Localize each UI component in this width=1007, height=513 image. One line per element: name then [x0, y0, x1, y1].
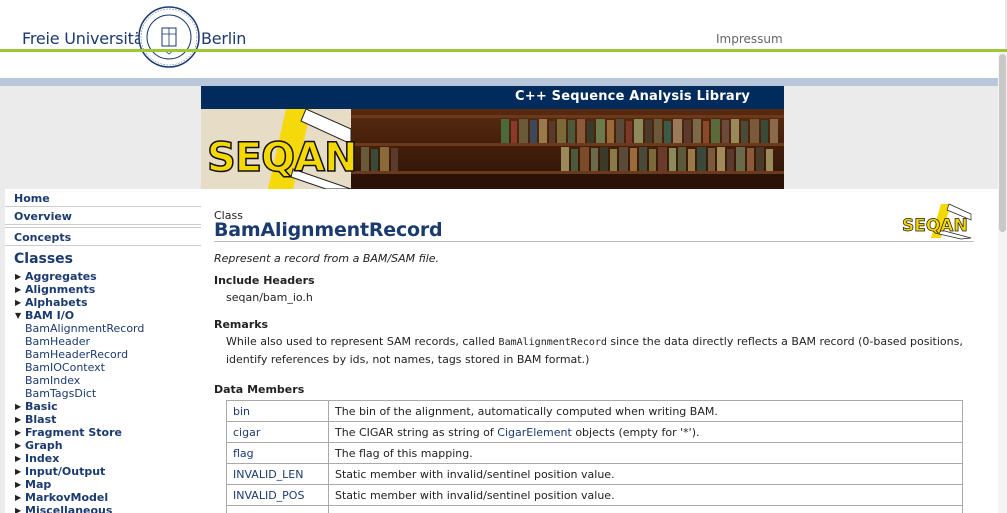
sidebar-link-overview[interactable]: Overview: [5, 207, 201, 225]
triangle-right-icon: ▶: [15, 428, 22, 437]
category-label: Input/Output: [25, 465, 106, 478]
header-divider: [0, 78, 1007, 86]
seqan-logo-icon[interactable]: SEQAN: [901, 202, 973, 240]
sidebar-item-bamalignmentrecord[interactable]: BamAlignmentRecord: [5, 322, 201, 335]
triangle-right-icon: ▶: [15, 506, 22, 513]
category-label: Fragment Store: [25, 426, 122, 439]
sidebar-item-bamiocontext[interactable]: BamIOContext: [5, 361, 201, 374]
university-name-right[interactable]: Berlin: [201, 29, 246, 48]
member-name-link[interactable]: flag: [226, 442, 329, 464]
include-header-value: seqan/bam_io.h: [226, 291, 313, 304]
triangle-right-icon: ▶: [15, 298, 22, 307]
triangle-right-icon: ▶: [15, 454, 22, 463]
category-label: Map: [25, 478, 52, 491]
member-description: [328, 505, 963, 513]
banner-logo-text: SEQAN: [207, 135, 357, 181]
sidebar-category-blast[interactable]: ▶ Blast: [5, 413, 201, 426]
member-description-part: The CIGAR string as string of: [335, 425, 498, 439]
category-label: Aggregates: [25, 270, 97, 283]
header-accent-line: [0, 49, 1007, 52]
triangle-right-icon: ▶: [15, 415, 22, 424]
sidebar-category-miscellaneous[interactable]: ▶ Miscellaneous: [5, 504, 201, 513]
triangle-down-icon: ▼: [15, 311, 22, 320]
library-shelves-image: SEQAN: [201, 109, 784, 189]
triangle-right-icon: ▶: [15, 441, 22, 450]
sidebar-category-markovmodel[interactable]: ▶ MarkovModel: [5, 491, 201, 504]
category-label: MarkovModel: [25, 491, 109, 504]
seqan-logo-text: SEQAN: [902, 216, 968, 236]
triangle-right-icon: ▶: [15, 493, 22, 502]
category-label: Basic: [25, 400, 58, 413]
sidebar-category-basic[interactable]: ▶ Basic: [5, 400, 201, 413]
remarks-heading: Remarks: [214, 318, 269, 331]
impressum-link[interactable]: Impressum: [716, 32, 783, 46]
university-seal-icon[interactable]: [138, 6, 200, 68]
sidebar-item-bamheaderrecord[interactable]: BamHeaderRecord: [5, 348, 201, 361]
table-row: cigar The CIGAR string as string of Ciga…: [226, 421, 963, 443]
member-description: The bin of the alignment, automatically …: [328, 400, 963, 422]
sidebar-category-index[interactable]: ▶ Index: [5, 452, 201, 465]
sidebar-category-aggregates[interactable]: ▶ Aggregates: [5, 270, 201, 283]
sidebar-item-bamtagsdict[interactable]: BamTagsDict: [5, 387, 201, 400]
member-description: Static member with invalid/sentinel posi…: [328, 463, 963, 485]
university-name-left[interactable]: Freie Universität: [22, 29, 150, 48]
table-row: flag The flag of this mapping.: [226, 442, 963, 464]
table-row: [226, 505, 963, 513]
triangle-right-icon: ▶: [15, 285, 22, 294]
sidebar-item-bamheader[interactable]: BamHeader: [5, 335, 201, 348]
category-label: Index: [25, 452, 60, 465]
cigarelement-link[interactable]: CigarElement: [497, 426, 572, 439]
member-description: Static member with invalid/sentinel posi…: [328, 484, 963, 506]
sidebar-category-fragment-store[interactable]: ▶ Fragment Store: [5, 426, 201, 439]
triangle-right-icon: ▶: [15, 402, 22, 411]
member-description: The CIGAR string as string of CigarEleme…: [328, 421, 963, 443]
category-label: Miscellaneous: [25, 504, 113, 513]
banner-title: C++ Sequence Analysis Library: [515, 89, 751, 104]
category-label: Graph: [25, 439, 63, 452]
category-label: BAM I/O: [25, 309, 75, 322]
triangle-right-icon: ▶: [15, 480, 22, 489]
sidebar-category-alignments[interactable]: ▶ Alignments: [5, 283, 201, 296]
site-header: Freie Universität Berlin Impressum: [0, 0, 1007, 86]
table-row: INVALID_LEN Static member with invalid/s…: [226, 463, 963, 485]
data-members-heading: Data Members: [214, 383, 305, 396]
member-description-part: objects (empty for '*').: [571, 425, 700, 439]
member-name-link[interactable]: INVALID_POS: [226, 484, 329, 506]
include-headers-heading: Include Headers: [214, 274, 315, 287]
sidebar: Home Overview Concepts Classes ▶ Aggregat…: [5, 189, 201, 513]
banner-image: SEQAN: [201, 109, 784, 189]
sidebar-category-bam-io[interactable]: ▼ BAM I/O: [5, 309, 201, 322]
member-name-link[interactable]: cigar: [226, 421, 329, 443]
title-divider: [214, 241, 974, 242]
table-row: bin The bin of the alignment, automatica…: [226, 400, 963, 422]
page-title: BamAlignmentRecord: [214, 219, 443, 241]
remarks-text-part: While also used to represent SAM records…: [226, 335, 499, 348]
triangle-right-icon: ▶: [15, 272, 22, 281]
member-name-link[interactable]: [226, 505, 329, 513]
sidebar-link-concepts[interactable]: Concepts: [5, 228, 201, 246]
sidebar-item-bamindex[interactable]: BamIndex: [5, 374, 201, 387]
category-label: Blast: [25, 413, 57, 426]
table-row: INVALID_POS Static member with invalid/s…: [226, 484, 963, 506]
member-name-link[interactable]: INVALID_LEN: [226, 463, 329, 485]
sidebar-category-map[interactable]: ▶ Map: [5, 478, 201, 491]
category-label: Alignments: [25, 283, 96, 296]
category-label: Alphabets: [25, 296, 88, 309]
remarks-code: BamAlignmentRecord: [498, 337, 607, 348]
sidebar-category-alphabets[interactable]: ▶ Alphabets: [5, 296, 201, 309]
main-content: Class BamAlignmentRecord SEQAN Represent…: [201, 189, 1000, 513]
class-brief: Represent a record from a BAM/SAM file.: [214, 252, 440, 265]
sidebar-category-input-output[interactable]: ▶ Input/Output: [5, 465, 201, 478]
sidebar-category-graph[interactable]: ▶ Graph: [5, 439, 201, 452]
member-description: The flag of this mapping.: [328, 442, 963, 464]
member-name-link[interactable]: bin: [226, 400, 329, 422]
sidebar-link-home[interactable]: Home: [5, 189, 201, 207]
scrollbar-thumb[interactable]: [999, 54, 1006, 232]
remarks-text: While also used to represent SAM records…: [226, 333, 966, 368]
data-members-table: bin The bin of the alignment, automatica…: [226, 400, 963, 513]
triangle-right-icon: ▶: [15, 467, 22, 476]
sidebar-classes-heading: Classes: [14, 251, 74, 267]
